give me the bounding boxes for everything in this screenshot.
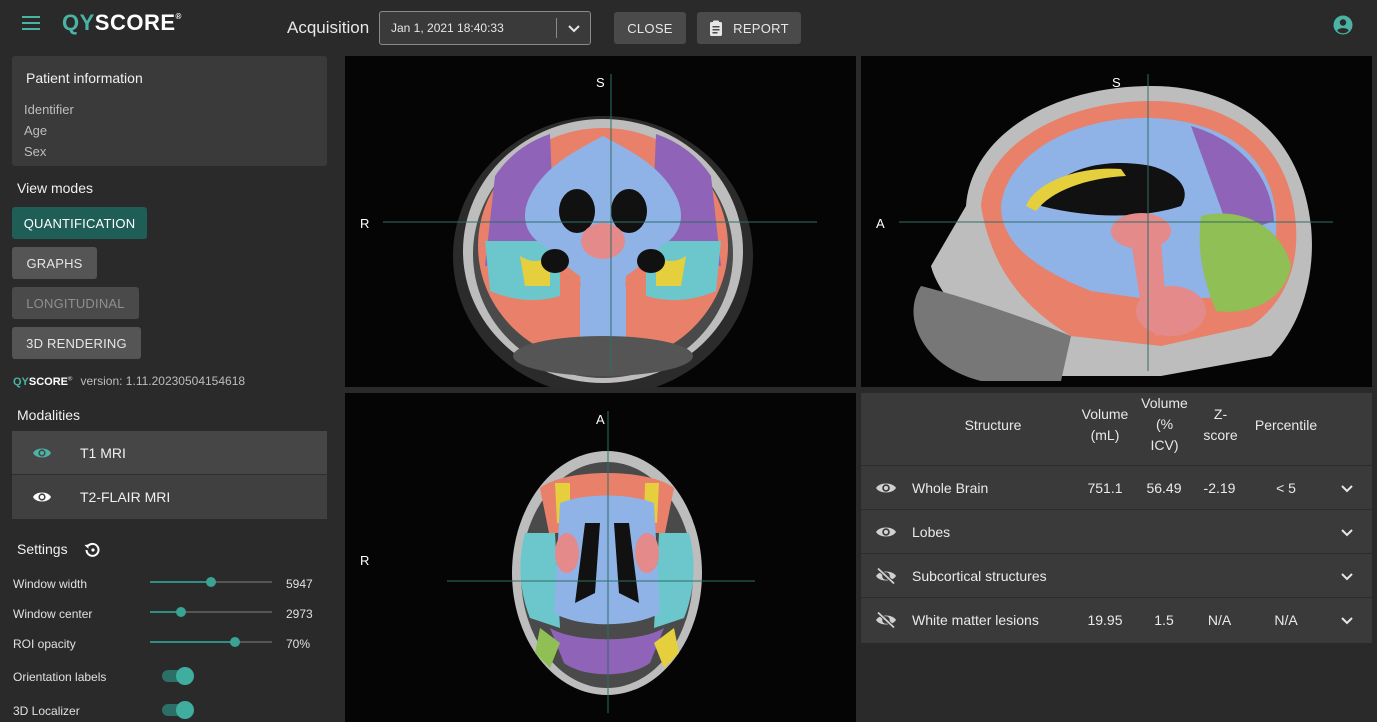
row-volume-icv: 56.49 xyxy=(1146,480,1182,496)
mini-logo: QYSCORE® xyxy=(13,376,73,388)
table-row-whole-brain[interactable]: Whole Brain 751.1 56.49 -2.19 < 5 xyxy=(861,465,1372,509)
close-button[interactable]: CLOSE xyxy=(614,12,686,44)
slider-thumb[interactable] xyxy=(206,577,216,587)
row-structure-name: Whole Brain xyxy=(912,480,989,496)
eye-icon[interactable] xyxy=(32,488,52,506)
roi-opacity-slider[interactable] xyxy=(150,635,272,649)
row-zscore: N/A xyxy=(1207,612,1232,628)
chevron-down-icon[interactable] xyxy=(1339,568,1355,584)
coronal-mri-image xyxy=(345,56,856,387)
3d-localizer-toggle[interactable] xyxy=(160,701,194,719)
orientation-label-left: A xyxy=(876,216,885,231)
chevron-down-icon[interactable] xyxy=(1339,524,1355,540)
orientation-label-left: R xyxy=(360,216,370,231)
chevron-down-icon[interactable] xyxy=(1339,612,1355,628)
acquisition-value: Jan 1, 2021 18:40:33 xyxy=(391,21,504,35)
graphs-button[interactable]: GRAPHS xyxy=(12,247,97,279)
row-volume-ml: 19.95 xyxy=(1087,612,1123,628)
modality-label: T1 MRI xyxy=(80,445,126,461)
axial-mri-image xyxy=(345,393,856,722)
orientation-label-top: S xyxy=(596,75,605,90)
patient-age-label: Age xyxy=(24,123,48,138)
orientation-label-left: R xyxy=(360,553,370,568)
row-percentile: < 5 xyxy=(1276,480,1296,496)
table-row-subcortical-structures[interactable]: Subcortical structures xyxy=(861,553,1372,597)
3d-localizer-label: 3D Localizer xyxy=(13,704,80,718)
patient-information-title: Patient information xyxy=(26,70,143,86)
row-zscore: -2.19 xyxy=(1203,480,1236,496)
3d-rendering-button[interactable]: 3D RENDERING xyxy=(12,327,141,359)
modality-t2-flair-mri[interactable]: T2-FLAIR MRI xyxy=(12,475,327,519)
row-volume-ml: 751.1 xyxy=(1087,480,1123,496)
sagittal-mri-image xyxy=(861,56,1372,387)
select-divider xyxy=(556,18,557,38)
row-percentile: N/A xyxy=(1274,612,1298,628)
orientation-label-top: A xyxy=(596,412,605,427)
app-logo: QYSCORE® xyxy=(62,10,182,35)
hamburger-menu-icon[interactable] xyxy=(22,16,40,30)
sagittal-viewer[interactable]: S A xyxy=(861,56,1372,387)
quantification-button[interactable]: QUANTIFICATION xyxy=(12,207,147,239)
version-info: QYSCORE® version: 1.11.20230504154618 xyxy=(13,374,245,388)
clipboard-icon xyxy=(710,20,723,36)
table-row-white-matter-lesions[interactable]: White matter lesions 19.95 1.5 N/A N/A xyxy=(861,597,1372,641)
eye-icon[interactable] xyxy=(32,444,52,462)
row-structure-name: Subcortical structures xyxy=(912,568,1047,584)
acquisition-select[interactable]: Jan 1, 2021 18:40:33 xyxy=(379,11,591,45)
orientation-label-top: S xyxy=(1112,75,1121,90)
modality-label: T2-FLAIR MRI xyxy=(80,489,171,505)
eye-icon[interactable] xyxy=(875,479,897,497)
report-button[interactable]: REPORT xyxy=(697,12,801,44)
app-root: QYSCORE® Acquisition Jan 1, 2021 18:40:3… xyxy=(0,0,1377,722)
row-volume-icv: 1.5 xyxy=(1154,612,1174,628)
settings-title: Settings xyxy=(17,541,68,557)
header-percentile: Percentile xyxy=(1254,417,1318,433)
view-modes-title: View modes xyxy=(17,180,94,196)
window-width-slider[interactable] xyxy=(150,575,272,589)
slider-thumb[interactable] xyxy=(230,637,240,647)
row-structure-name: Lobes xyxy=(912,524,951,540)
modality-t1-mri[interactable]: T1 MRI xyxy=(12,431,327,475)
roi-opacity-value: 70% xyxy=(286,637,311,651)
window-center-slider[interactable] xyxy=(150,605,272,619)
modalities-title: Modalities xyxy=(17,407,81,423)
window-width-value: 5947 xyxy=(286,577,313,591)
eye-off-icon[interactable] xyxy=(875,611,897,629)
row-structure-name: White matter lesions xyxy=(912,612,1039,628)
orientation-labels-toggle[interactable] xyxy=(160,667,194,685)
version-text: version: 1.11.20230504154618 xyxy=(80,374,246,388)
acquisition-label: Acquisition xyxy=(287,18,370,37)
eye-off-icon[interactable] xyxy=(875,567,897,585)
orientation-labels-label: Orientation labels xyxy=(13,670,107,684)
slider-thumb[interactable] xyxy=(176,607,186,617)
coronal-viewer[interactable]: S R xyxy=(345,56,856,387)
window-center-label: Window center xyxy=(13,607,93,621)
chevron-down-icon xyxy=(568,25,580,33)
header-volume-icv: Volume (% ICV) xyxy=(1141,395,1188,453)
window-width-label: Window width xyxy=(13,577,88,591)
header-zscore: Z-score xyxy=(1203,406,1238,443)
header-volume-ml: Volume (mL) xyxy=(1081,406,1129,443)
header-structure: Structure xyxy=(964,417,1022,433)
axial-viewer[interactable]: A R xyxy=(345,393,856,722)
eye-icon[interactable] xyxy=(875,523,897,541)
table-row-lobes[interactable]: Lobes xyxy=(861,509,1372,553)
longitudinal-button[interactable]: LONGITUDINAL xyxy=(12,287,139,319)
report-label: REPORT xyxy=(733,20,789,36)
window-center-value: 2973 xyxy=(286,607,313,621)
top-bar: QYSCORE® Acquisition Jan 1, 2021 18:40:3… xyxy=(0,0,1377,56)
patient-sex-label: Sex xyxy=(24,144,47,159)
patient-identifier-label: Identifier xyxy=(24,102,74,117)
reset-history-icon[interactable] xyxy=(82,540,102,560)
account-icon[interactable] xyxy=(1333,15,1353,35)
chevron-down-icon[interactable] xyxy=(1339,480,1355,496)
patient-information-card: Patient information Identifier Age Sex xyxy=(12,56,327,166)
roi-opacity-label: ROI opacity xyxy=(13,637,76,651)
